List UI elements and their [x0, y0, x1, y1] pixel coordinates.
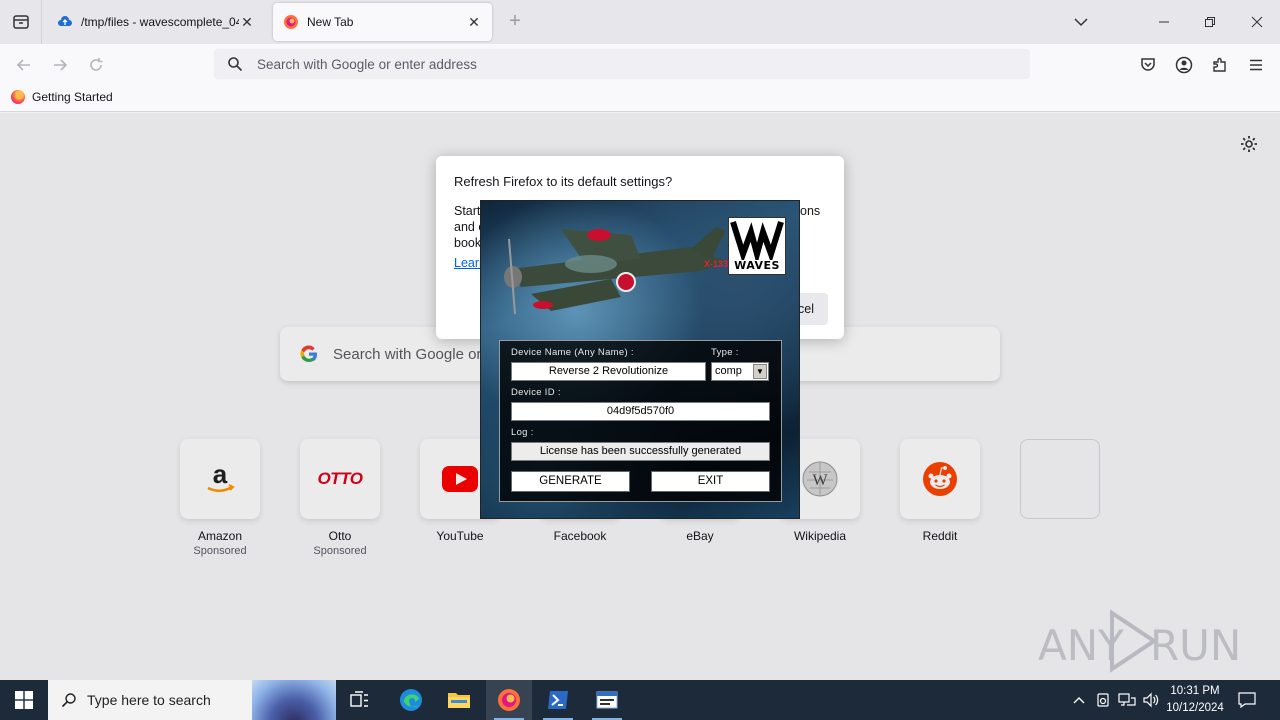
device-id-field[interactable]: 04d9f5d570f0	[511, 402, 770, 421]
address-input[interactable]	[257, 56, 957, 72]
address-bar[interactable]	[214, 49, 1030, 79]
generate-button[interactable]: GENERATE	[511, 471, 630, 492]
close-icon	[1251, 16, 1263, 28]
account-icon	[1175, 56, 1193, 74]
type-select[interactable]: comp ▼	[711, 362, 769, 381]
powershell-icon	[548, 691, 568, 709]
waves-logo-text: WAVES	[734, 259, 780, 272]
device-name-label: Device Name (Any Name) :	[511, 347, 634, 358]
device-name-field[interactable]: Reverse 2 Revolutionize	[511, 362, 706, 381]
forward-button[interactable]	[49, 54, 71, 76]
folder-icon	[448, 693, 470, 708]
search-icon	[228, 57, 243, 72]
restore-button[interactable]	[1187, 0, 1233, 44]
bookmarks-toolbar: Getting Started	[0, 86, 1280, 112]
back-button[interactable]	[13, 54, 35, 76]
clock-time: 10:31 PM	[1170, 685, 1220, 697]
tab-title: /tmp/files - wavescomplete_04	[81, 15, 239, 29]
log-field: License has been successfully generated	[511, 442, 770, 461]
task-view-icon	[350, 691, 368, 707]
reload-icon	[90, 58, 103, 71]
menu-button[interactable]	[1245, 54, 1267, 76]
arrow-left-icon	[16, 59, 30, 71]
taskbar-search-placeholder: Type here to search	[87, 692, 211, 708]
tab-title: New Tab	[307, 15, 354, 29]
keygen-window: X-133 WAVES Device Name (Any Name) : Typ…	[480, 200, 800, 519]
keygen-panel: Device Name (Any Name) : Type : Reverse …	[499, 340, 782, 502]
application-window-icon	[596, 691, 618, 709]
type-select-value: comp	[715, 365, 742, 377]
search-highlight-image	[252, 680, 336, 720]
speaker-icon	[1143, 692, 1159, 708]
chevron-up-icon	[1073, 697, 1085, 704]
cloud-upload-icon	[58, 16, 72, 26]
network-icon	[1118, 693, 1136, 706]
clock-date: 10/12/2024	[1166, 702, 1224, 714]
anyrun-watermark: ANY RUN	[1038, 609, 1238, 673]
minimize-icon	[1159, 21, 1169, 23]
waves-logo-icon	[730, 221, 784, 266]
taskbar-search-box[interactable]: Type here to search	[48, 680, 336, 720]
fighter-plane-image: X-133	[504, 227, 728, 315]
firefox-view-button[interactable]	[0, 0, 42, 44]
dialog-body-right: ons	[800, 204, 821, 218]
firefox-view-icon	[12, 15, 29, 29]
bookmark-getting-started[interactable]: Getting Started	[11, 90, 113, 104]
notification-icon	[1238, 692, 1256, 708]
firefox-icon	[498, 689, 520, 711]
firefox-icon	[284, 15, 298, 29]
task-view-button[interactable]	[337, 680, 383, 720]
puzzle-icon	[1213, 57, 1226, 72]
taskbar-powershell[interactable]	[535, 680, 581, 720]
device-id-label: Device ID :	[511, 387, 561, 398]
taskbar-file-explorer[interactable]	[436, 680, 482, 720]
waves-logo: WAVES	[728, 217, 786, 275]
dialog-title: Refresh Firefox to its default settings?	[454, 174, 673, 189]
firefox-icon	[11, 90, 25, 104]
pocket-button[interactable]	[1137, 54, 1159, 76]
exit-button[interactable]: EXIT	[651, 471, 770, 492]
minimize-button[interactable]	[1141, 0, 1187, 44]
watermark-text-right: RUN	[1150, 621, 1238, 670]
tray-volume[interactable]	[1142, 691, 1160, 709]
type-label: Type :	[711, 347, 739, 358]
edge-icon	[400, 689, 422, 711]
windows-logo-icon	[15, 691, 33, 709]
taskbar: Type here to search 10:31 PM 10/12/2024	[0, 680, 1280, 720]
tab-files[interactable]: /tmp/files - wavescomplete_04 ✕	[47, 3, 265, 41]
list-all-tabs-icon[interactable]	[1072, 13, 1090, 31]
tab-close-icon[interactable]: ✕	[239, 14, 255, 30]
arrow-right-icon	[54, 59, 68, 71]
tray-network[interactable]	[1118, 691, 1136, 709]
account-button[interactable]	[1173, 54, 1195, 76]
dropdown-arrow-icon[interactable]: ▼	[753, 364, 767, 379]
show-hidden-icons-button[interactable]	[1070, 691, 1088, 709]
pocket-icon	[1141, 58, 1155, 71]
tab-close-icon[interactable]: ✕	[466, 14, 482, 30]
plane-marking: X-133	[704, 259, 728, 269]
close-window-button[interactable]	[1234, 0, 1280, 44]
start-button[interactable]	[0, 680, 48, 720]
search-icon	[61, 693, 76, 708]
device-icon	[1097, 693, 1109, 707]
tab-new-tab[interactable]: New Tab ✕	[273, 3, 492, 41]
navigation-bar	[0, 44, 1280, 86]
taskbar-firefox[interactable]	[486, 680, 532, 720]
tray-device-icon[interactable]	[1094, 691, 1112, 709]
reload-button[interactable]	[85, 54, 107, 76]
taskbar-clock[interactable]: 10:31 PM 10/12/2024	[1160, 683, 1230, 717]
action-center-button[interactable]	[1238, 691, 1256, 709]
log-label: Log :	[511, 427, 534, 438]
taskbar-edge[interactable]	[388, 680, 434, 720]
restore-icon	[1205, 17, 1215, 27]
tab-strip: /tmp/files - wavescomplete_04 ✕ New Tab …	[0, 0, 1280, 44]
bookmark-label: Getting Started	[32, 90, 113, 104]
new-tab-button[interactable]: +	[504, 11, 526, 33]
hamburger-menu-icon	[1250, 59, 1262, 71]
taskbar-keygen-app[interactable]	[584, 680, 630, 720]
extensions-button[interactable]	[1209, 54, 1231, 76]
